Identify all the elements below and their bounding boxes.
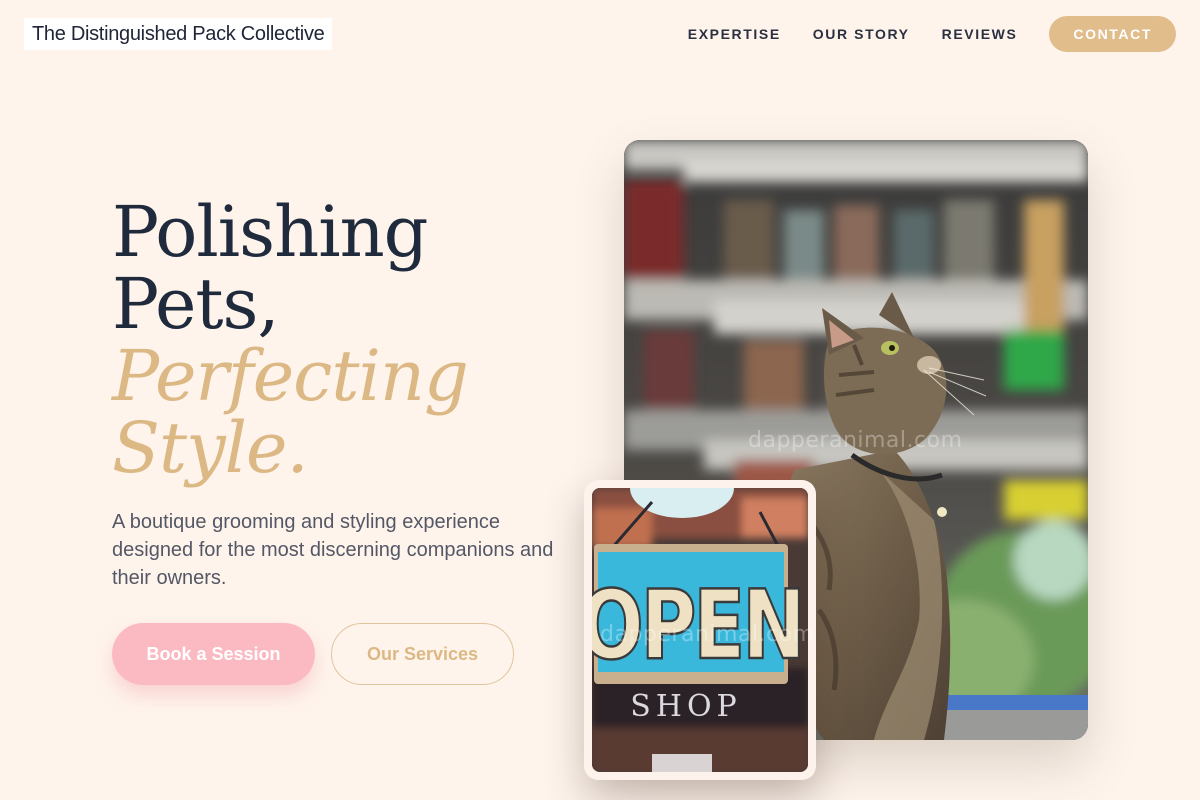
book-session-button[interactable]: Book a Session	[112, 623, 315, 685]
our-services-button[interactable]: Our Services	[331, 623, 514, 685]
headline-line-1: Polishing	[112, 191, 428, 273]
hero-headline: Polishing Pets, Perfecting Style.	[112, 191, 469, 489]
nav-link-reviews[interactable]: REVIEWS	[942, 26, 1018, 42]
nav-link-our-story[interactable]: OUR STORY	[813, 26, 910, 42]
main-nav: EXPERTISE OUR STORY REVIEWS CONTACT	[688, 16, 1176, 52]
headline-line-2: Pets,	[112, 263, 280, 345]
shop-sign-text: SHOP	[630, 689, 742, 724]
headline-accent-line-2: Style.	[112, 407, 309, 489]
brand-logo[interactable]: The Distinguished Pack Collective	[24, 18, 333, 50]
hero-subtext: A boutique grooming and styling experien…	[112, 511, 554, 589]
contact-button[interactable]: CONTACT	[1049, 16, 1176, 52]
open-sign-card: OPEN SHOP dapperanimal.com	[584, 480, 816, 780]
nav-link-expertise[interactable]: EXPERTISE	[688, 26, 781, 42]
inset-photo-watermark: dapperanimal.com	[600, 622, 815, 647]
main-photo-watermark: dapperanimal.com	[748, 428, 963, 453]
headline-accent-line-1: Perfecting	[112, 335, 469, 417]
